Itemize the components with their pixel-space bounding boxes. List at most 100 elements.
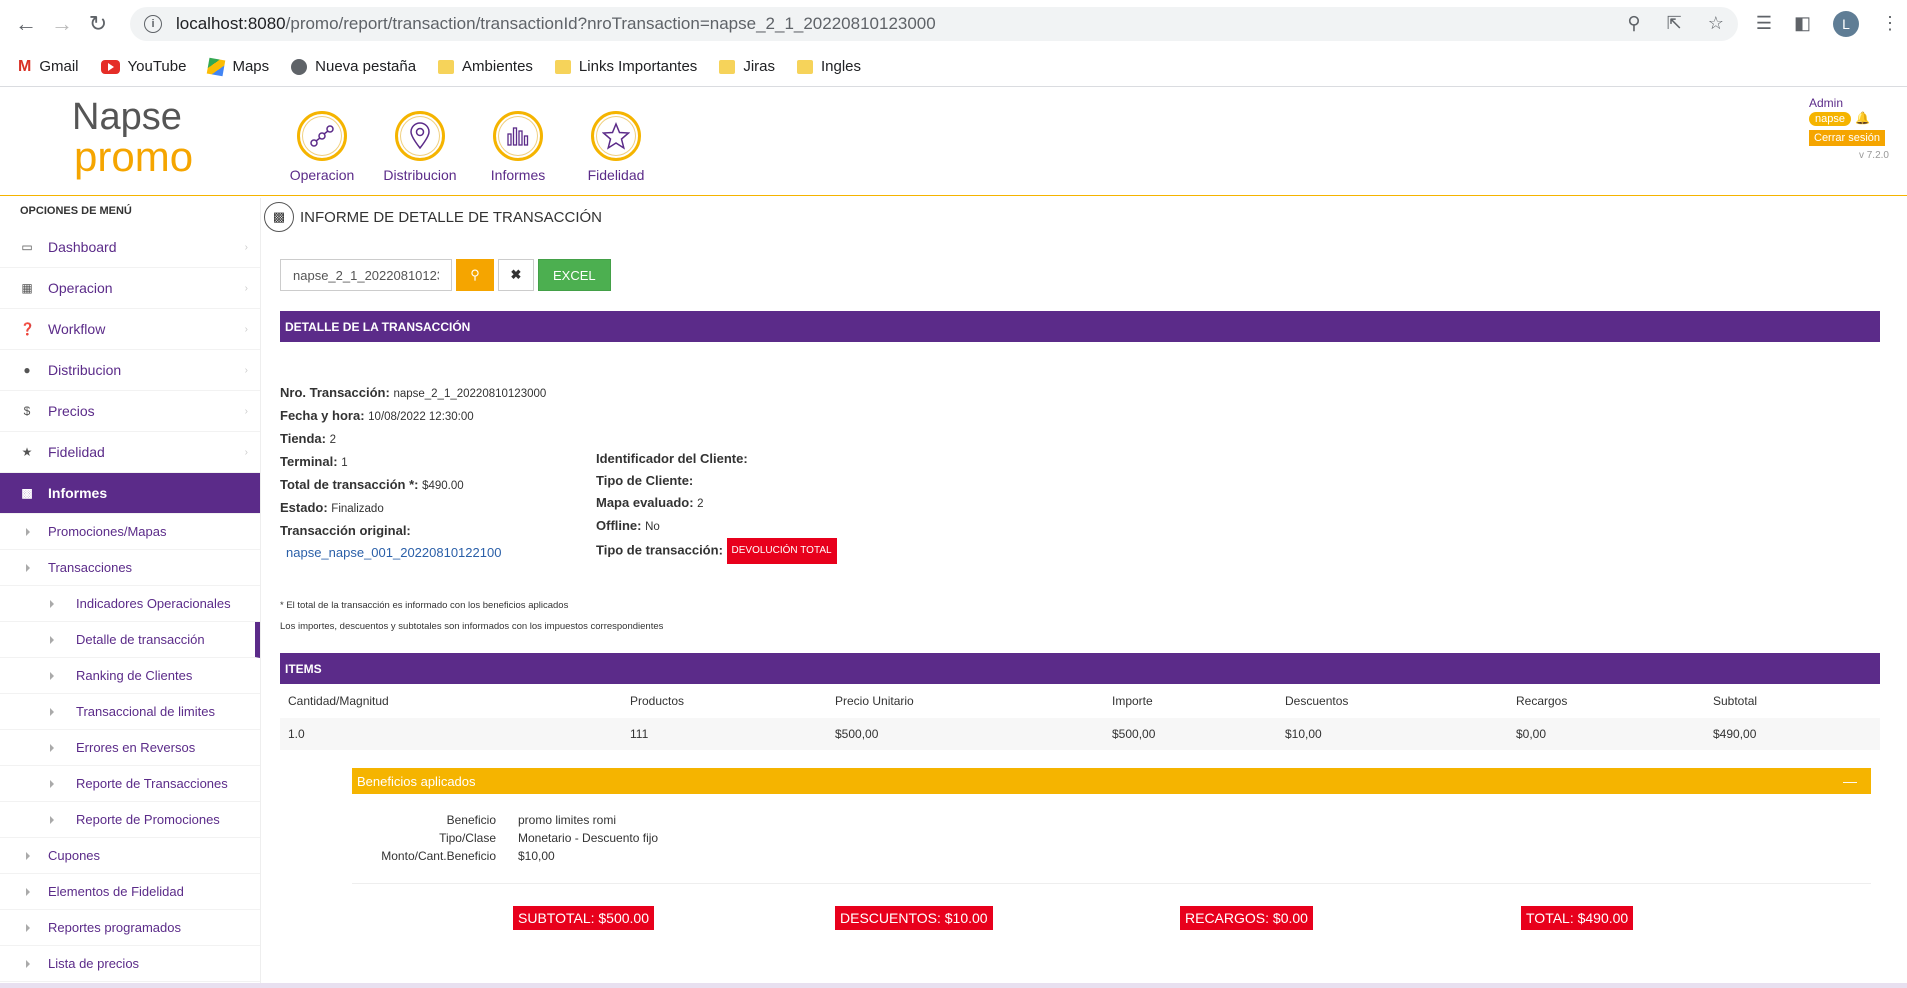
bookmark-links[interactable]: Links Importantes — [554, 58, 697, 75]
sidebar-item-fidelidad[interactable]: ★ Fidelidad › — [0, 432, 260, 473]
detail-label: Offline: — [596, 518, 642, 533]
items-table: Cantidad/Magnitud Productos Precio Unita… — [280, 684, 1880, 750]
back-icon[interactable]: ← — [8, 6, 44, 42]
bell-icon[interactable]: 🔔 — [1855, 111, 1870, 125]
sidebar-item-dashboard[interactable]: ▭ Dashboard › — [0, 227, 260, 268]
close-icon: ✖ — [510, 267, 522, 282]
sidebar-sub-transacciones[interactable]: Transacciones — [0, 550, 260, 586]
excel-button[interactable]: EXCEL — [538, 259, 611, 291]
column-header: Subtotal — [1713, 694, 1758, 708]
site-info-icon[interactable]: i — [144, 14, 162, 33]
sidebar-sub-cupones[interactable]: Cupones — [0, 838, 260, 874]
sidebar-item-workflow[interactable]: ❓ Workflow › — [0, 309, 260, 350]
sidebar-sub2-label: Reporte de Promociones — [76, 812, 220, 827]
detail-terminal-value: 1 — [341, 457, 348, 469]
bar-chart-icon — [493, 111, 543, 161]
sidebar-sub-lista-precios[interactable]: Lista de precios — [0, 946, 260, 982]
page-title: ▩ INFORME DE DETALLE DE TRANSACCIÓN — [264, 202, 602, 232]
sidebar-sub2-errores[interactable]: Errores en Reversos — [0, 730, 260, 766]
caret-right-icon — [26, 887, 30, 896]
clear-button[interactable]: ✖ — [498, 259, 534, 291]
table-cell: $490,00 — [1713, 727, 1757, 741]
benefit-key: Beneficio — [446, 813, 496, 827]
chevron-icon: › — [244, 405, 248, 417]
detail-label: Nro. Transacción: — [280, 385, 390, 400]
share-icon[interactable]: ⇱ — [1667, 13, 1682, 34]
menu-icon[interactable]: ⋮ — [1881, 13, 1899, 34]
bookmark-label: Maps — [232, 58, 270, 75]
sidebar-item-distribucion[interactable]: ● Distribucion › — [0, 350, 260, 391]
bookmark-jiras[interactable]: Jiras — [719, 58, 775, 75]
napse-promo-logo[interactable]: Napse promo — [72, 98, 193, 178]
bookmark-ambientes[interactable]: Ambientes — [438, 58, 533, 75]
folder-icon — [438, 59, 455, 74]
total-badge: TOTAL: $490.00 — [1521, 906, 1634, 930]
zoom-icon[interactable]: ⚲ — [1627, 13, 1640, 34]
sidebar-item-operacion[interactable]: ▦ Operacion › — [0, 268, 260, 309]
sidebar-item-informes[interactable]: ▩ Informes — [0, 473, 260, 514]
bookmark-label: Ambientes — [462, 58, 533, 75]
column-header: Descuentos — [1285, 694, 1349, 708]
side-panel-icon[interactable]: ◧ — [1794, 13, 1811, 34]
sidebar-sub2-detalle[interactable]: Detalle de transacción — [0, 622, 260, 658]
caret-right-icon — [26, 959, 30, 968]
module-distribucion[interactable]: Distribucion — [380, 111, 460, 183]
sidebar-sub2-reporte-transacciones[interactable]: Reporte de Transacciones — [0, 766, 260, 802]
caret-right-icon — [50, 671, 54, 680]
detail-label: Tipo de Cliente: — [596, 473, 694, 488]
descuentos-badge: DESCUENTOS: $10.00 — [835, 906, 993, 930]
address-bar[interactable]: i localhost:8080/promo/report/transactio… — [130, 6, 1738, 41]
caret-right-icon — [50, 779, 54, 788]
module-operacion[interactable]: Operacion — [282, 111, 362, 183]
sidebar-sub2-indicadores[interactable]: Indicadores Operacionales — [0, 586, 260, 622]
sidebar-sub-reportes-programados[interactable]: Reportes programados — [0, 910, 260, 946]
bookmark-youtube[interactable]: YouTube — [100, 58, 186, 75]
original-transaction-link[interactable]: napse_napse_001_20220810122100 — [286, 545, 501, 560]
sidebar-item-precios[interactable]: $ Precios › — [0, 391, 260, 432]
gmail-icon: M — [18, 57, 32, 75]
star-icon[interactable]: ☆ — [1708, 13, 1724, 34]
bookmark-new-tab[interactable]: Nueva pestaña — [291, 58, 416, 75]
reload-icon[interactable]: ↻ — [80, 6, 116, 42]
chevron-icon: › — [244, 241, 248, 253]
module-fidelidad[interactable]: Fidelidad — [576, 111, 656, 183]
recargos-badge: RECARGOS: $0.00 — [1180, 906, 1313, 930]
logo-top: Napse — [72, 96, 182, 138]
module-informes[interactable]: Informes — [478, 111, 558, 183]
search-icon: ⚲ — [470, 267, 480, 282]
bookmark-label: Nueva pestaña — [315, 58, 417, 75]
column-header: Precio Unitario — [835, 694, 914, 708]
forward-icon[interactable]: → — [44, 6, 80, 42]
bookmark-label: Gmail — [39, 58, 79, 75]
bookmark-maps[interactable]: Maps — [207, 57, 270, 76]
sidebar-sub2-ranking[interactable]: Ranking de Clientes — [0, 658, 260, 694]
search-button[interactable]: ⚲ — [456, 259, 494, 291]
detail-nro-value: napse_2_1_20220810123000 — [393, 388, 547, 400]
profile-avatar[interactable]: L — [1833, 10, 1859, 37]
search-row: ⚲ ✖ EXCEL — [280, 259, 611, 291]
table-cell: $0,00 — [1516, 727, 1547, 741]
bookmark-ingles[interactable]: Ingles — [796, 58, 861, 75]
detail-total-value: $490.00 — [422, 480, 464, 492]
benefits-header[interactable]: Beneficios aplicados — — [352, 768, 1871, 794]
bookmark-label: Jiras — [743, 58, 775, 75]
sidebar-sub-elementos[interactable]: Elementos de Fidelidad — [0, 874, 260, 910]
table-row[interactable]: 1.0 111 $500,00 $500,00 $10,00 $0,00 $49… — [280, 718, 1880, 750]
subtotal-badge: SUBTOTAL: $500.00 — [513, 906, 654, 930]
sidebar-sub2-limites[interactable]: Transaccional de limites — [0, 694, 260, 730]
caret-right-icon — [50, 599, 54, 608]
logout-button[interactable]: Cerrar sesión — [1809, 130, 1886, 146]
sidebar-sub2-reporte-promociones[interactable]: Reporte de Promociones — [0, 802, 260, 838]
collapse-icon[interactable]: — — [1843, 773, 1857, 789]
chevron-icon: › — [244, 282, 248, 294]
detail-right: Identificador del Cliente: Tipo de Clien… — [596, 448, 837, 564]
media-icon[interactable]: ☰ — [1756, 13, 1772, 34]
transaction-search-input[interactable] — [280, 259, 452, 291]
bookmark-gmail[interactable]: M Gmail — [18, 58, 79, 76]
sidebar-sub-promociones[interactable]: Promociones/Mapas — [0, 514, 260, 550]
detail-offline-value: No — [645, 521, 660, 533]
caret-right-icon — [26, 563, 30, 572]
detail-label: Identificador del Cliente: — [596, 451, 748, 466]
sidebar-sub2-label: Transaccional de limites — [76, 704, 215, 719]
sidebar-sub-label: Promociones/Mapas — [48, 524, 167, 539]
